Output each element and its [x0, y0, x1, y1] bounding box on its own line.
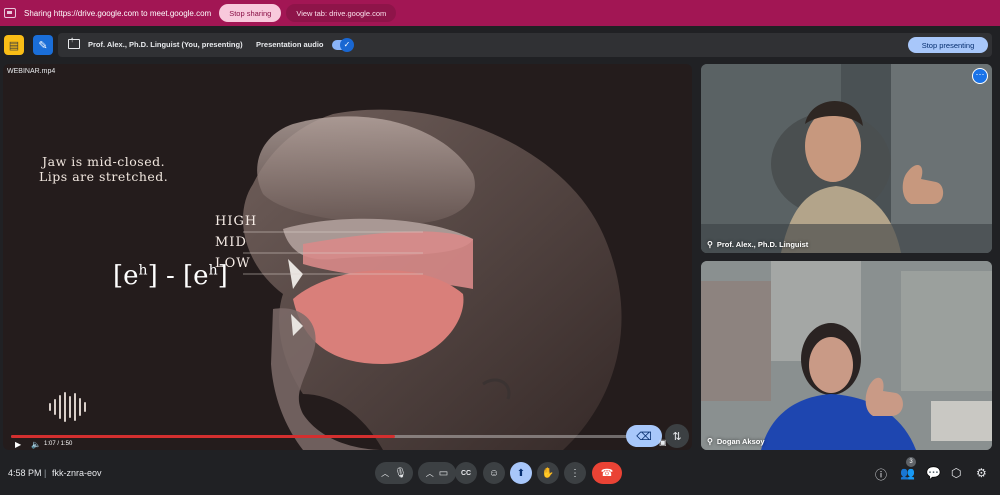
whiteboard-app-icon[interactable]: ✎	[33, 35, 53, 55]
stop-sharing-button[interactable]: Stop sharing	[219, 4, 282, 22]
video-time: 1:07 / 1:50	[44, 441, 73, 447]
video-progress-fill	[11, 435, 395, 438]
presenter-label: Prof. Alex., Ph.D. Linguist (You, presen…	[88, 40, 243, 49]
host-controls-icon[interactable]: ⚙	[976, 466, 987, 480]
more-vert-icon: ⋮	[570, 467, 580, 479]
people-count-badge: 3	[906, 457, 916, 467]
phonetic-part: ]	[217, 261, 228, 291]
presenting-info-box: Prof. Alex., Ph.D. Linguist (You, presen…	[58, 33, 992, 57]
activities-icon[interactable]: ⬡	[951, 466, 961, 480]
camera-icon[interactable]: ▭	[439, 468, 448, 479]
eraser-icon: ⌫	[636, 430, 652, 443]
raise-hand-icon: ✋	[541, 467, 555, 479]
chevron-up-icon[interactable]: ︿	[426, 468, 434, 479]
chevron-up-icon[interactable]: ︿	[381, 468, 389, 479]
participant-name-tag: ⚲ Prof. Alex., Ph.D. Linguist	[707, 240, 808, 249]
phonetic-superscript: h	[208, 262, 218, 279]
sharing-bar: Sharing https://drive.google.com to meet…	[0, 0, 1000, 26]
webinar-logo	[49, 392, 86, 422]
check-icon: ✓	[340, 38, 354, 52]
leave-call-button[interactable]: ☎	[592, 462, 622, 484]
present-screen-icon	[68, 35, 80, 49]
participant-video	[701, 64, 992, 253]
view-tab-button[interactable]: View tab: drive.google.com	[286, 4, 397, 22]
phonetic-transcription: [eh] - [eh]	[113, 261, 228, 291]
emoji-icon: ☺	[488, 467, 500, 479]
pin-icon[interactable]: ⚲	[707, 240, 713, 249]
separator: |	[44, 468, 47, 478]
caption-line: Jaw is mid-closed.	[42, 154, 166, 169]
end-call-icon: ☎	[600, 467, 614, 479]
emoji-button[interactable]: ☺	[483, 462, 505, 484]
captions-icon: CC	[460, 469, 472, 477]
present-icon: ⬆	[516, 467, 526, 479]
screen-share-icon	[4, 8, 16, 18]
annotate-button[interactable]: ⌫	[626, 425, 662, 447]
raise-hand-button[interactable]: ✋	[537, 462, 559, 484]
camera-control[interactable]: ︿ ▭	[418, 462, 456, 484]
play-icon[interactable]: ▶	[15, 440, 21, 449]
stop-presenting-button[interactable]: Stop presenting	[908, 37, 988, 53]
present-button[interactable]: ⬆	[510, 462, 532, 484]
chat-icon[interactable]: 💬	[926, 466, 941, 480]
video-progress-bar[interactable]	[11, 435, 651, 438]
microphone-control[interactable]: ︿ 🎙	[375, 462, 413, 484]
participant-video	[701, 261, 992, 450]
phonetic-part: ] - [e	[147, 261, 209, 291]
phonetic-part: [e	[113, 261, 139, 291]
meeting-code: fkk-znra-eov	[52, 468, 102, 478]
people-icon[interactable]: 👥	[900, 466, 915, 480]
swap-icon: ⇅	[672, 430, 682, 443]
presentation-audio-label: Presentation audio	[256, 40, 324, 49]
vocal-tract-illustration	[243, 109, 622, 450]
more-options-button[interactable]: ⋮	[564, 462, 586, 484]
caption-line: Lips are stretched.	[39, 169, 169, 184]
level-label-high: HIGH	[215, 214, 258, 229]
level-label-mid: MID	[215, 235, 247, 250]
volume-icon[interactable]: 🔈	[31, 440, 41, 449]
video-file-title: WEBINAR.mp4	[7, 68, 56, 75]
microphone-icon[interactable]: 🎙	[394, 468, 407, 479]
participant-tile[interactable]: ⚲ Dogan Aksoy	[701, 261, 992, 450]
phonetic-superscript: h	[138, 262, 148, 279]
presentation-stage: WEBINAR.mp4 Jaw is mid-closed. Lips are …	[3, 64, 692, 450]
sharing-status-text: Sharing https://drive.google.com to meet…	[24, 8, 212, 18]
participant-name: Dogan Aksoy	[716, 437, 765, 446]
meeting-clock: 4:58 PM	[8, 468, 42, 478]
slides-app-icon[interactable]: ▤	[4, 35, 24, 55]
slide-caption: Jaw is mid-closed. Lips are stretched.	[39, 154, 168, 184]
presentation-audio-toggle[interactable]: ✓	[332, 38, 354, 52]
captions-button[interactable]: CC	[455, 462, 477, 484]
more-options-button[interactable]: ⋯	[972, 68, 988, 84]
participant-name-tag: ⚲ Dogan Aksoy	[707, 437, 765, 446]
swap-view-button[interactable]: ⇅	[665, 424, 689, 448]
participant-tile[interactable]: ⋯ ⚲ Prof. Alex., Ph.D. Linguist	[701, 64, 992, 253]
info-icon[interactable]: ⓘ	[875, 466, 887, 483]
participant-name: Prof. Alex., Ph.D. Linguist	[716, 240, 809, 249]
pin-icon[interactable]: ⚲	[707, 437, 713, 446]
meeting-controls-bar: 4:58 PM | fkk-znra-eov ︿ 🎙 ︿ ▭ CC ☺ ⬆ ✋ …	[0, 455, 1000, 495]
presenting-bar: ▤ ✎ Prof. Alex., Ph.D. Linguist (You, pr…	[0, 30, 1000, 60]
